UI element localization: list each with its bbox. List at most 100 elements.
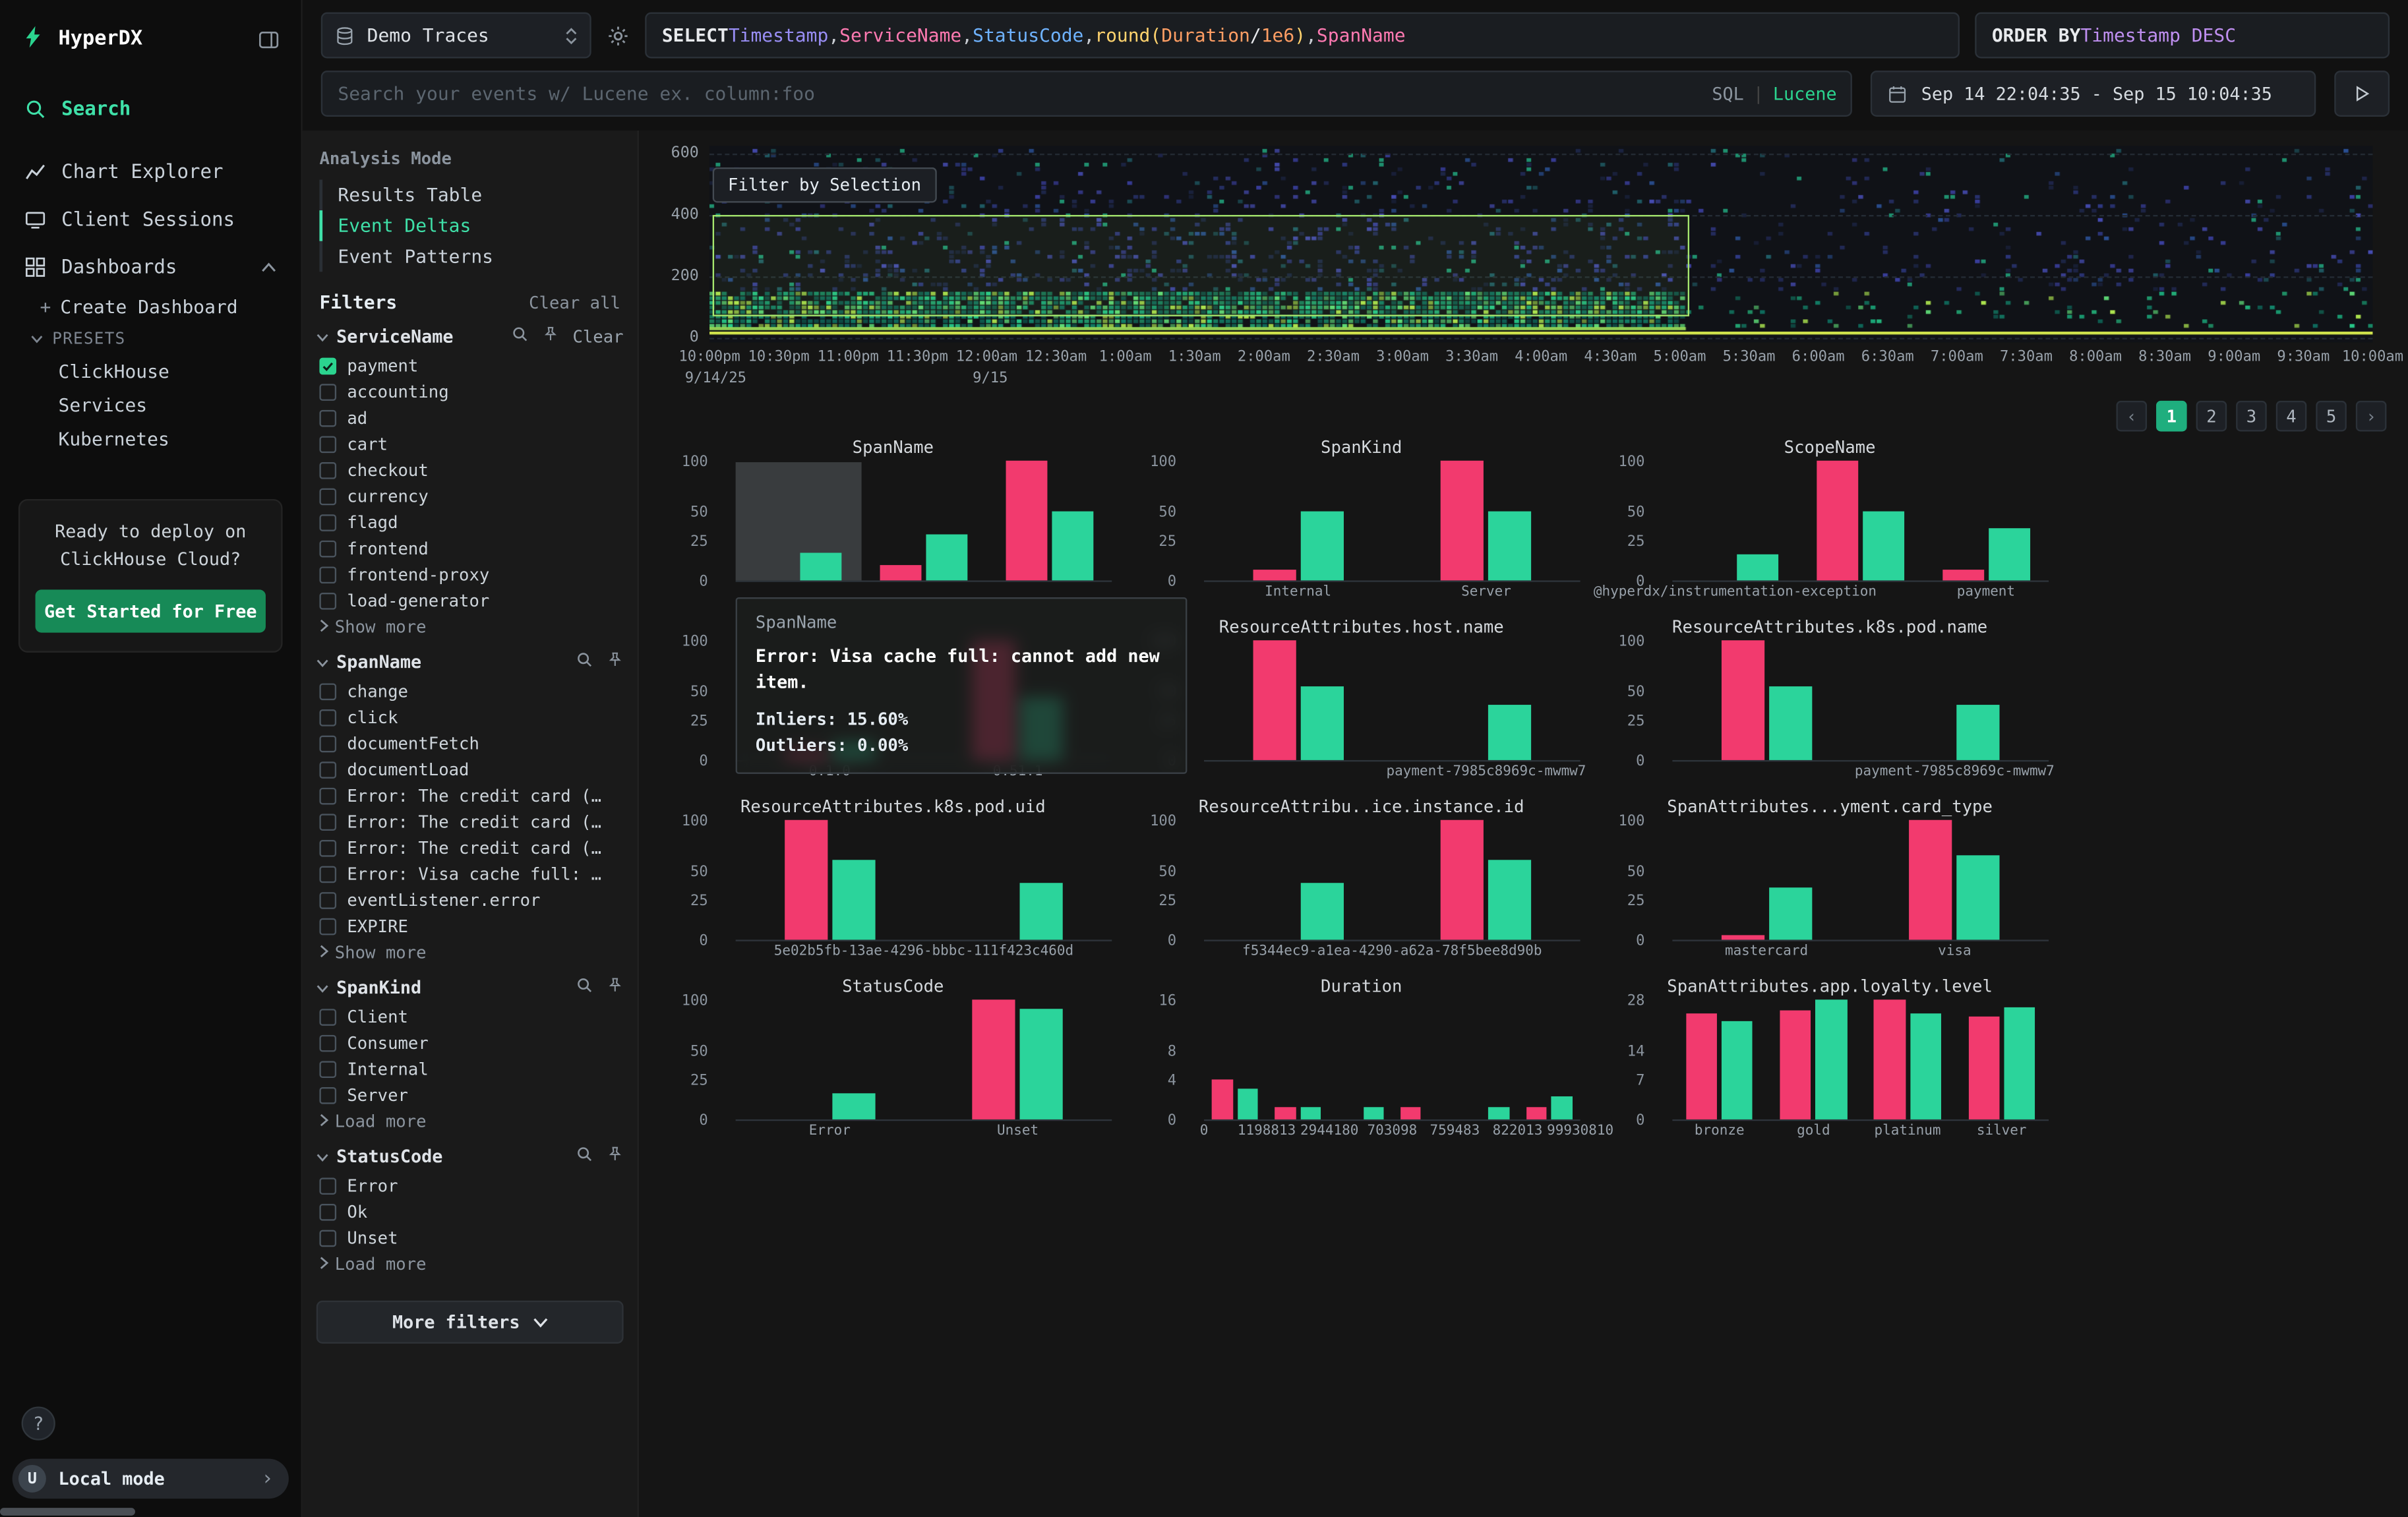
bar-inlier[interactable] — [1769, 888, 1812, 939]
filter-option-payment[interactable]: payment — [316, 353, 624, 380]
pin-icon[interactable] — [542, 326, 559, 347]
bar-inlier[interactable] — [1020, 882, 1063, 939]
bar-outlier[interactable] — [1006, 461, 1047, 581]
checkbox[interactable] — [319, 462, 336, 479]
chevron-down-icon[interactable] — [316, 326, 329, 347]
filter-option-load-generator[interactable]: load-generator — [316, 588, 624, 614]
bar-inlier[interactable] — [1300, 882, 1343, 939]
chart-plot[interactable] — [1204, 642, 1580, 762]
filter-option-error[interactable]: Error — [316, 1173, 624, 1199]
checkbox[interactable] — [319, 892, 336, 909]
search-icon[interactable] — [576, 651, 593, 673]
checkbox[interactable] — [319, 1035, 336, 1052]
bar-outlier[interactable] — [1780, 1010, 1811, 1119]
mode-sql[interactable]: SQL — [1712, 83, 1743, 105]
chart-plot[interactable] — [736, 821, 1112, 941]
checkbox[interactable] — [319, 1087, 336, 1104]
filter-option-consumer[interactable]: Consumer — [316, 1030, 624, 1057]
checkbox[interactable] — [319, 814, 336, 831]
chevron-down-icon[interactable] — [316, 976, 329, 998]
bar-inlier[interactable] — [2004, 1007, 2035, 1119]
filter-option-currency[interactable]: currency — [316, 484, 624, 510]
help-button[interactable]: ? — [22, 1406, 55, 1440]
search-icon[interactable] — [576, 976, 593, 998]
bar-outlier[interactable] — [1441, 461, 1484, 581]
bar-inlier[interactable] — [1300, 686, 1343, 760]
filter-option-server[interactable]: Server — [316, 1083, 624, 1109]
checkbox[interactable] — [319, 683, 336, 700]
page-button-4[interactable]: 4 — [2276, 401, 2307, 432]
filter-option-frontend-proxy[interactable]: frontend-proxy — [316, 562, 624, 588]
sidebar-collapse-icon[interactable] — [258, 28, 280, 50]
bar-outlier[interactable] — [1526, 1106, 1546, 1119]
analysis-mode-results-table[interactable]: Results Table — [319, 180, 623, 211]
bar-outlier[interactable] — [1874, 999, 1905, 1119]
pin-icon[interactable] — [607, 976, 624, 998]
page-button-5[interactable]: 5 — [2316, 401, 2347, 432]
sidebar-item-search[interactable]: Search — [0, 84, 301, 132]
bar-inlier[interactable] — [832, 1093, 875, 1119]
checkbox[interactable] — [319, 761, 336, 779]
filter-option-eventlistener-error[interactable]: eventListener.error — [316, 887, 624, 914]
bar-outlier[interactable] — [1686, 1013, 1717, 1119]
bar-outlier[interactable] — [1275, 1106, 1296, 1119]
filter-option-error-visa-cache-full[interactable]: Error: Visa cache full: … — [316, 862, 624, 888]
bar-inlier[interactable] — [1863, 512, 1904, 580]
filter-option-change[interactable]: change — [316, 678, 624, 705]
select-clause-input[interactable]: SELECT Timestamp, ServiceName, StatusCod… — [645, 13, 1960, 59]
page-button-2[interactable]: 2 — [2196, 401, 2227, 432]
dashboard-link-kubernetes[interactable]: Kubernetes — [0, 423, 301, 456]
sidebar-item-client-sessions[interactable]: Client Sessions — [0, 195, 301, 243]
analysis-mode-event-patterns[interactable]: Event Patterns — [319, 241, 623, 272]
chevron-down-icon[interactable] — [316, 1146, 329, 1168]
chart-plot[interactable] — [1204, 462, 1580, 582]
checkbox[interactable] — [319, 566, 336, 583]
bar-inlier[interactable] — [1020, 1009, 1063, 1119]
bar-outlier[interactable] — [1213, 1080, 1233, 1119]
page-next-button[interactable]: › — [2356, 401, 2387, 432]
filter-option-accounting[interactable]: accounting — [316, 379, 624, 405]
bar-inlier[interactable] — [1300, 1106, 1321, 1119]
filter-option-error-the-credit-card[interactable]: Error: The credit card (… — [316, 809, 624, 835]
checkbox[interactable] — [319, 866, 336, 883]
bar-outlier[interactable] — [785, 820, 828, 940]
filter-option-ad[interactable]: ad — [316, 405, 624, 432]
filter-group-clear-button[interactable]: Clear — [572, 326, 623, 346]
bar-inlier[interactable] — [1957, 855, 2000, 940]
bar-inlier[interactable] — [1300, 512, 1343, 580]
checkbox[interactable] — [319, 840, 336, 857]
filter-option-documentfetch[interactable]: documentFetch — [316, 731, 624, 758]
run-query-button[interactable] — [2334, 71, 2390, 117]
bar-outlier[interactable] — [1253, 640, 1296, 760]
bar-inlier[interactable] — [1238, 1088, 1258, 1119]
chart-plot[interactable] — [736, 462, 1112, 582]
filter-option-client[interactable]: Client — [316, 1004, 624, 1030]
heatmap-plot[interactable]: Filter by Selection — [709, 146, 2372, 342]
chart-plot[interactable] — [736, 1001, 1112, 1121]
checkbox[interactable] — [319, 1230, 336, 1247]
mode-lucene[interactable]: Lucene — [1773, 83, 1837, 105]
checkbox[interactable] — [319, 736, 336, 753]
bar-outlier[interactable] — [880, 564, 922, 580]
pin-icon[interactable] — [607, 1146, 624, 1168]
page-prev-button[interactable]: ‹ — [2116, 401, 2147, 432]
load-more-button[interactable]: Load more — [316, 1109, 624, 1132]
local-mode-pill[interactable]: U Local mode › — [13, 1459, 289, 1499]
bar-inlier[interactable] — [926, 535, 967, 580]
chart-plot[interactable] — [1672, 821, 2049, 941]
date-range-picker[interactable]: Sep 14 22:04:35 - Sep 15 10:04:35 — [1871, 71, 2316, 117]
filter-by-selection-button[interactable]: Filter by Selection — [713, 167, 937, 203]
chart-plot[interactable] — [1672, 642, 2049, 762]
analysis-mode-event-deltas[interactable]: Event Deltas — [319, 210, 623, 241]
checkbox[interactable] — [319, 593, 336, 610]
bar-inlier[interactable] — [800, 553, 842, 580]
checkbox[interactable] — [319, 436, 336, 453]
load-more-button[interactable]: Load more — [316, 1251, 624, 1274]
bar-inlier[interactable] — [1910, 1013, 1941, 1119]
bar-outlier[interactable] — [1441, 820, 1484, 940]
checkbox[interactable] — [319, 1009, 336, 1026]
show-more-button[interactable]: Show more — [316, 939, 624, 963]
page-button-1[interactable]: 1 — [2156, 401, 2187, 432]
filter-option-checkout[interactable]: checkout — [316, 458, 624, 484]
bar-inlier[interactable] — [832, 860, 875, 940]
